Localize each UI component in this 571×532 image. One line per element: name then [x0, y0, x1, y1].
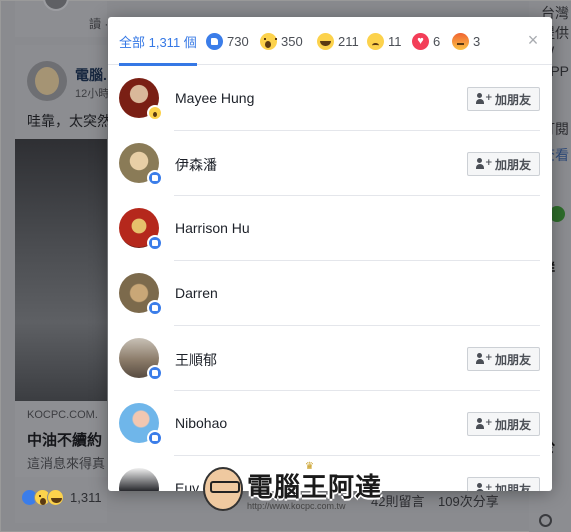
tab-angry[interactable]: 3	[452, 17, 480, 65]
tab-sad[interactable]: 11	[367, 17, 402, 65]
list-item: Nibohao + 加朋友	[108, 391, 552, 456]
post-reaction-summary: 1,311	[21, 489, 102, 506]
add-friend-label: 加朋友	[494, 92, 531, 107]
post-timestamp: 12小時	[75, 88, 110, 100]
tab-angry-count: 3	[473, 33, 481, 49]
tab-wow[interactable]: 350	[260, 17, 303, 65]
tab-haha-count: 211	[338, 33, 359, 49]
close-icon[interactable]: ×	[524, 31, 542, 49]
previous-comment: 讀 · 回	[15, 0, 124, 37]
add-friend-icon: +	[475, 158, 493, 170]
list-item: Darren	[108, 261, 552, 326]
post-photo	[15, 139, 107, 401]
add-friend-icon: +	[475, 483, 493, 491]
post-author-avatar	[27, 61, 67, 101]
list-item: 伊森潘 + 加朋友	[108, 131, 552, 196]
list-item: Harrison Hu	[108, 196, 552, 261]
tab-like-count: 730	[227, 33, 249, 49]
link-description: 這消息來得真	[27, 456, 106, 471]
link-title: 中油不續約	[27, 432, 103, 449]
add-friend-label: 加朋友	[494, 417, 531, 432]
like-icon	[147, 300, 163, 316]
wow-icon	[147, 105, 163, 121]
globe-icon	[539, 514, 552, 527]
like-icon	[147, 365, 163, 381]
person-name[interactable]: Euv	[175, 480, 199, 491]
avatar[interactable]	[119, 468, 159, 491]
tab-all[interactable]: 全部 1,311 個	[119, 17, 197, 66]
like-icon	[147, 235, 163, 251]
share-count: 109次分享	[438, 494, 499, 509]
list-item: Mayee Hung + 加朋友	[108, 66, 552, 131]
heart-icon	[412, 32, 429, 50]
angry-icon	[452, 32, 469, 50]
add-friend-button[interactable]: + 加朋友	[467, 347, 540, 371]
post-text: 哇靠，太突然	[27, 113, 111, 129]
add-friend-button[interactable]: + 加朋友	[467, 412, 540, 436]
feed-post: 電腦. 12小時 哇靠，太突然 KOCPC.COM. 中油不續約 這消息來得真	[15, 45, 111, 523]
list-item: 王順郁 + 加朋友	[108, 326, 552, 391]
reactions-dialog: 全部 1,311 個 730 350 211 11 6 3 ×	[108, 17, 552, 491]
wow-icon	[260, 32, 277, 50]
add-friend-icon: +	[475, 353, 493, 365]
person-name[interactable]: Mayee Hung	[175, 90, 254, 106]
tab-like[interactable]: 730	[206, 17, 249, 65]
tab-all-label: 全部 1,311 個	[119, 34, 197, 50]
tab-sad-count: 11	[388, 33, 402, 49]
haha-icon	[47, 489, 64, 506]
tab-love[interactable]: 6	[412, 17, 440, 65]
tab-love-count: 6	[433, 33, 441, 49]
add-friend-label: 加朋友	[494, 482, 531, 492]
link-domain: KOCPC.COM.	[27, 409, 98, 421]
haha-icon	[317, 32, 334, 50]
tab-wow-count: 350	[281, 33, 303, 49]
add-friend-button[interactable]: + 加朋友	[467, 477, 540, 491]
person-name[interactable]: Nibohao	[175, 415, 227, 431]
watermark-title: 電腦王阿達	[247, 473, 383, 503]
like-icon	[206, 32, 223, 50]
add-friend-icon: +	[475, 418, 493, 430]
sad-icon	[367, 32, 384, 50]
reaction-count: 1,311	[70, 490, 102, 505]
like-icon	[147, 170, 163, 186]
site-watermark: ♛ 電腦王阿達 http://www.kocpc.com.tw	[203, 461, 381, 521]
person-name[interactable]: Harrison Hu	[175, 220, 250, 236]
person-name[interactable]: 王順郁	[175, 350, 217, 370]
person-name[interactable]: 伊森潘	[175, 155, 217, 175]
reaction-tabs: 全部 1,311 個 730 350 211 11 6 3 ×	[108, 17, 552, 66]
tab-haha[interactable]: 211	[317, 17, 359, 65]
watermark-url: http://www.kocpc.com.tw	[247, 501, 346, 511]
add-friend-button[interactable]: + 加朋友	[467, 152, 540, 176]
like-icon	[147, 430, 163, 446]
commenter-avatar	[43, 0, 69, 11]
add-friend-button[interactable]: + 加朋友	[467, 87, 540, 111]
add-friend-label: 加朋友	[494, 352, 531, 367]
post-author: 電腦.	[75, 67, 107, 83]
add-friend-icon: +	[475, 93, 493, 105]
person-name[interactable]: Darren	[175, 285, 218, 301]
add-friend-label: 加朋友	[494, 157, 531, 172]
mascot-logo	[203, 467, 243, 511]
